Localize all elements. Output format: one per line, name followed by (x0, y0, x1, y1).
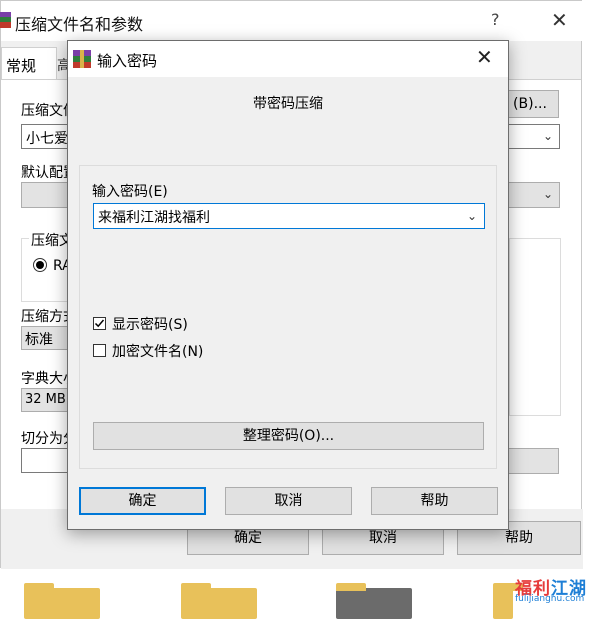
dict-select[interactable]: 32 MB (21, 388, 73, 412)
chevron-down-icon[interactable]: ⌄ (543, 129, 553, 143)
password-label: 输入密码(E) (92, 184, 168, 200)
dialog-heading: 带密码压缩 (253, 96, 323, 112)
cancel-button-label: 取消 (369, 530, 397, 546)
dialog-help-button[interactable]: 帮助 (371, 487, 498, 515)
dialog-ok-button[interactable]: 确定 (79, 487, 206, 515)
watermark-logo: 福利江湖 fulijianghu.com (515, 574, 607, 610)
dict-value: 32 MB (25, 392, 66, 407)
image-thumbnail[interactable] (336, 583, 412, 619)
dialog-cancel-label: 取消 (274, 493, 303, 509)
show-password-label: 显示密码(S) (112, 317, 188, 333)
set-password-button[interactable] (506, 448, 559, 474)
split-input[interactable] (21, 448, 73, 473)
close-icon[interactable]: ✕ (551, 8, 568, 32)
tab-general[interactable]: 常规 (1, 47, 57, 81)
folder-icon[interactable] (493, 583, 523, 619)
help-icon[interactable]: ? (491, 10, 500, 29)
chevron-down-icon[interactable]: ⌄ (467, 209, 477, 223)
encrypt-names-checkbox[interactable] (93, 344, 106, 357)
organize-passwords-label: 整理密码(O)... (242, 428, 335, 444)
encrypt-names-label: 加密文件名(N) (112, 344, 204, 360)
ok-button-label: 确定 (234, 530, 262, 546)
dialog-titlebar: 输入密码 ✕ (68, 41, 508, 77)
browse-button-label: (B)... (513, 96, 547, 112)
folder-icon[interactable] (24, 583, 100, 619)
dialog-title: 输入密码 (97, 52, 158, 70)
tab-general-label: 常规 (6, 57, 37, 75)
password-input[interactable]: 来福利江湖找福利 ⌄ (93, 203, 485, 229)
archive-params-titlebar: 压缩文件名和参数 ? ✕ (0, 1, 583, 41)
folder-icon[interactable] (181, 583, 257, 619)
radio-dot-icon (36, 261, 44, 269)
browse-button[interactable]: (B)... (501, 90, 559, 118)
enter-password-dialog: 输入密码 ✕ 带密码压缩 输入密码(E) 来福利江湖找福利 ⌄ 显示密码(S) … (67, 40, 509, 530)
method-select[interactable]: 标准 (21, 326, 73, 350)
checkmark-icon (94, 319, 105, 328)
password-value: 来福利江湖找福利 (98, 210, 210, 226)
organize-passwords-button[interactable]: 整理密码(O)... (93, 422, 484, 450)
watermark-url: fulijianghu.com (515, 594, 585, 604)
winrar-icon (0, 12, 11, 28)
chevron-down-icon[interactable]: ⌄ (543, 187, 553, 201)
method-value: 标准 (25, 332, 53, 348)
show-password-checkbox[interactable] (93, 317, 106, 330)
format-radio[interactable] (33, 258, 47, 272)
help-button-label: 帮助 (505, 530, 533, 546)
winrar-icon (73, 50, 91, 68)
dialog-help-label: 帮助 (420, 493, 449, 509)
dialog-cancel-button[interactable]: 取消 (225, 487, 352, 515)
options-group (509, 238, 561, 416)
close-icon[interactable]: ✕ (476, 45, 493, 69)
archive-name-value: 小七爱 (26, 131, 68, 147)
archive-params-title: 压缩文件名和参数 (15, 15, 144, 34)
dialog-ok-label: 确定 (128, 493, 157, 509)
